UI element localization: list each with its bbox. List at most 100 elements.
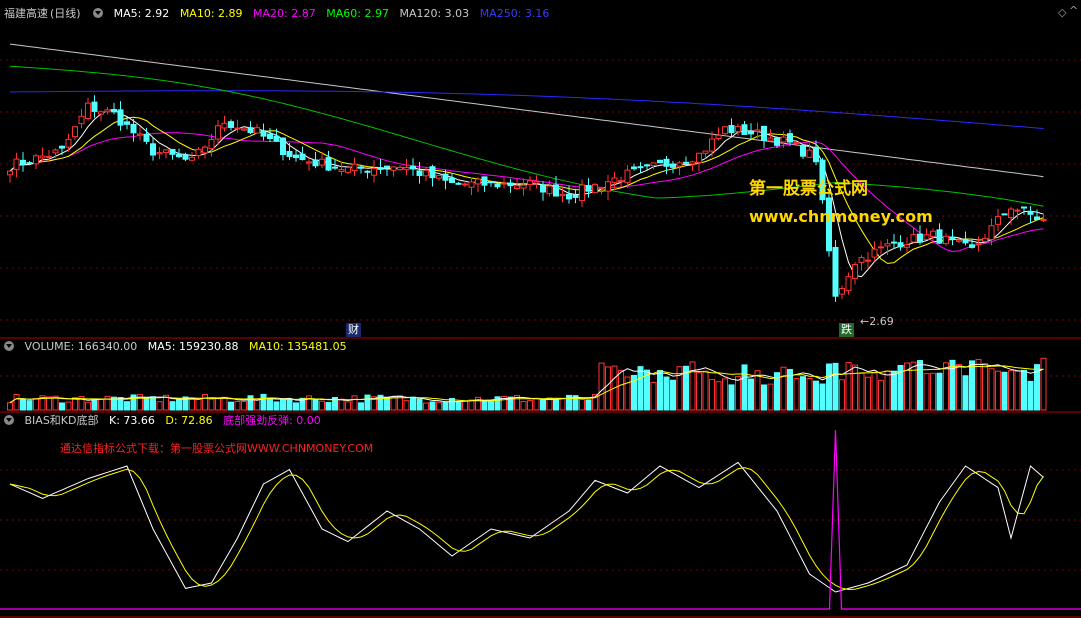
- volume-bar: [540, 399, 546, 411]
- candle-body: [39, 155, 46, 159]
- candle-body: [455, 182, 462, 185]
- candle-body: [988, 225, 995, 241]
- collapse-icon[interactable]: ◇: [1058, 6, 1066, 19]
- candle-body: [1021, 206, 1027, 209]
- candle-body: [975, 243, 982, 246]
- candle-body: [715, 134, 722, 140]
- volume-bar: [813, 380, 819, 411]
- candle-body: [657, 159, 663, 164]
- candle-body: [780, 136, 787, 143]
- volume-dropdown-icon[interactable]: [4, 341, 14, 351]
- watermark-title: 第一股票公式网: [749, 179, 868, 199]
- candle-body: [351, 163, 358, 172]
- candle-body: [33, 155, 39, 165]
- candle-body: [182, 154, 189, 160]
- ma120-line: [9, 43, 1044, 178]
- candle-body: [254, 127, 260, 134]
- volume-bar: [338, 398, 345, 411]
- candle-body: [397, 166, 403, 171]
- low-price-marker: ←2.69: [860, 315, 894, 328]
- candle-body: [403, 167, 410, 171]
- volume-ma10-label: MA10: 135481.05: [248, 340, 347, 353]
- volume-bar: [150, 396, 156, 411]
- volume-bar: [878, 379, 884, 411]
- volume-bar: [267, 397, 273, 411]
- candle-body: [215, 125, 221, 140]
- candle-body: [59, 145, 65, 149]
- volume-bar: [286, 398, 293, 411]
- candle-body: [273, 135, 280, 142]
- candle-body: [312, 159, 319, 167]
- indicator-dropdown-icon[interactable]: [4, 415, 14, 425]
- volume-bar: [884, 370, 891, 411]
- candle-body: [741, 124, 748, 135]
- volume-bar: [728, 384, 735, 411]
- volume-bar: [325, 401, 332, 411]
- candle-body: [98, 111, 104, 115]
- candle-body: [793, 142, 800, 145]
- indicator-signal-label: 底部强劲反弹: 0.00: [223, 414, 321, 427]
- candle-body: [624, 169, 631, 184]
- volume-panel-header: VOLUME: 166340.00 MA5: 159230.88 MA10: 1…: [4, 340, 354, 354]
- volume-bar: [988, 368, 995, 411]
- volume-bar: [735, 376, 741, 411]
- candle-body: [754, 129, 761, 132]
- volume-bar: [176, 399, 182, 411]
- candle-body: [384, 165, 390, 169]
- low-price-value: 2.69: [869, 315, 894, 328]
- candle-body: [91, 101, 98, 112]
- volume-bar: [657, 370, 663, 411]
- volume-bar: [319, 400, 325, 411]
- candle-body: [748, 131, 754, 135]
- kline-chart[interactable]: [0, 0, 1081, 618]
- volume-bar: [26, 400, 33, 411]
- stock-name: 福建高速: [4, 7, 48, 20]
- candle-body: [767, 137, 774, 142]
- candle-body: [930, 230, 936, 237]
- volume-bar: [98, 399, 104, 411]
- volume-bar: [923, 373, 930, 411]
- candle-body: [501, 182, 507, 185]
- candle-body: [442, 173, 449, 181]
- candle-body: [52, 149, 59, 154]
- candle-body: [1040, 219, 1047, 222]
- drop-marker[interactable]: 跌: [839, 323, 854, 337]
- candle-body: [423, 169, 429, 177]
- candle-body: [702, 150, 709, 154]
- stock-title[interactable]: 福建高速 (日线): [4, 7, 88, 20]
- candle-body: [377, 167, 384, 170]
- volume-bar: [832, 362, 839, 411]
- finance-marker[interactable]: 财: [346, 323, 361, 337]
- volume-bar: [839, 379, 845, 411]
- indicator-panel-header: BIAS和KD底部 K: 73.66 D: 72.86 底部强劲反弹: 0.00: [4, 414, 328, 428]
- volume-bar: [280, 398, 286, 411]
- candle-body: [189, 156, 195, 161]
- volume-bar: [234, 401, 241, 411]
- candle-body: [46, 155, 52, 158]
- volume-bar: [748, 378, 754, 411]
- volume-bar: [85, 401, 91, 411]
- candle-body: [150, 143, 156, 156]
- ma10-line: [9, 116, 1044, 264]
- candle-body: [728, 125, 735, 134]
- candle-body: [865, 259, 871, 262]
- volume-bar: [995, 370, 1001, 411]
- candle-body: [488, 181, 494, 184]
- candle-body: [839, 287, 845, 295]
- candle-body: [468, 181, 475, 188]
- candle-body: [540, 184, 546, 193]
- candle-body: [228, 121, 234, 128]
- volume-bar: [930, 372, 936, 411]
- volume-bar: [364, 394, 371, 411]
- expand-icon[interactable]: ^: [1069, 4, 1078, 17]
- volume-bar: [189, 398, 195, 411]
- volume-bar: [975, 358, 982, 411]
- volume-bar: [605, 366, 611, 411]
- candle-body: [364, 170, 371, 173]
- candle-body: [709, 138, 715, 152]
- dropdown-icon[interactable]: [93, 8, 104, 18]
- candle-body: [85, 102, 91, 119]
- candle-body: [618, 180, 624, 183]
- volume-bar: [202, 393, 208, 411]
- candle-body: [436, 174, 442, 179]
